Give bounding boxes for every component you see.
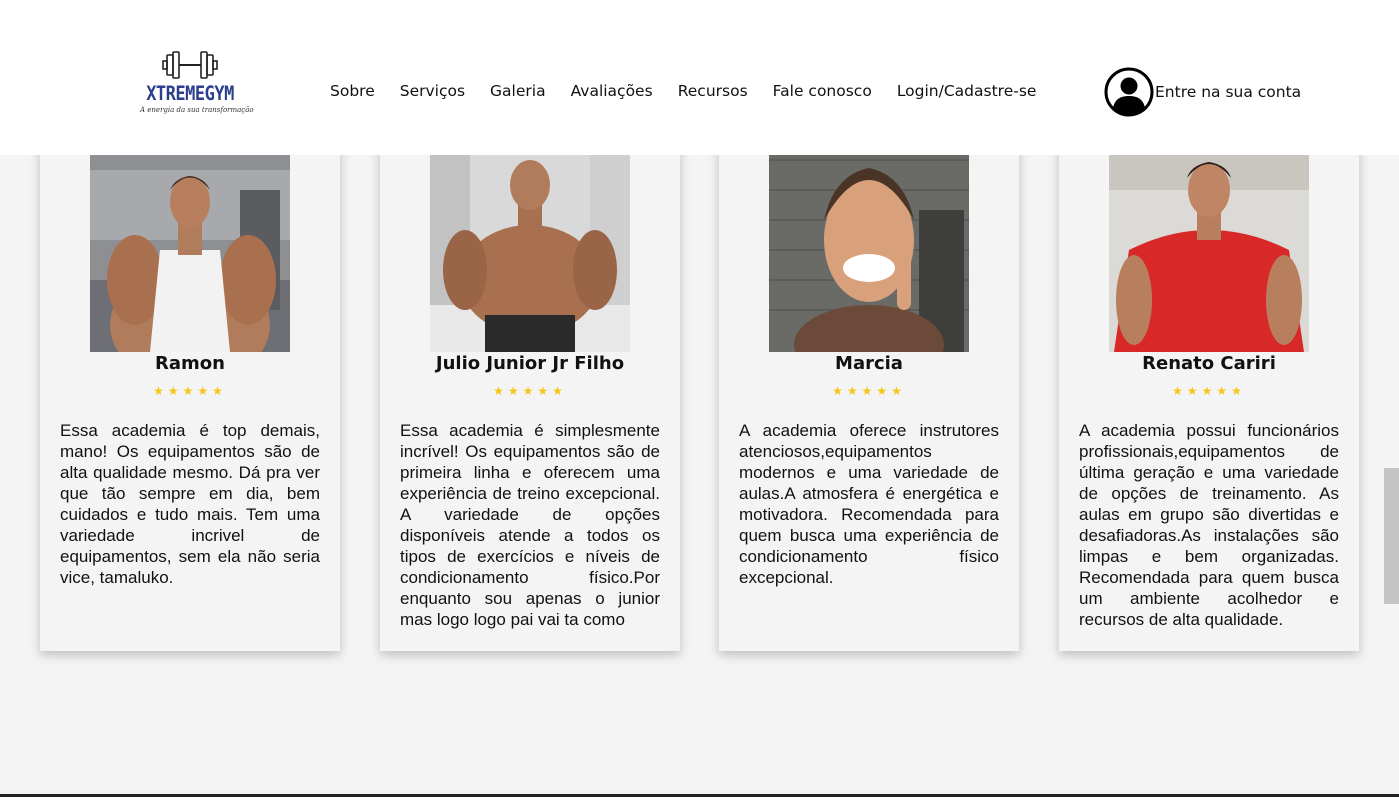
rating-stars: ★★★★★: [153, 384, 227, 398]
nav-item-galeria[interactable]: Galeria: [490, 82, 546, 100]
nav-item-login-cadastro[interactable]: Login/Cadastre-se: [897, 82, 1037, 100]
rating-stars: ★★★★★: [493, 384, 567, 398]
nav-item-avaliacoes[interactable]: Avaliações: [571, 82, 653, 100]
reviewer-name: Ramon: [155, 353, 225, 374]
brand-tagline: A energia da sua transformação: [140, 106, 254, 114]
site-header: XTREMEGYM A energia da sua transformação…: [0, 0, 1399, 155]
review-text: A academia oferece instrutores atencioso…: [739, 421, 999, 587]
review-card-ramon: Ramon ★★★★★ Essa academia é top demais, …: [40, 130, 340, 651]
review-text: Essa academia é top demais, mano! Os equ…: [60, 421, 320, 587]
nav-item-servicos[interactable]: Serviços: [400, 82, 465, 100]
main-nav: Sobre Serviços Galeria Avaliações Recurs…: [330, 82, 1036, 100]
account-link[interactable]: Entre na sua conta: [1104, 67, 1301, 117]
reviewer-photo: [769, 130, 969, 352]
nav-item-fale-conosco[interactable]: Fale conosco: [773, 82, 872, 100]
brand-logo[interactable]: XTREMEGYM A energia da sua transformação: [140, 50, 254, 124]
review-text: Essa academia é simplesmente incrível! O…: [400, 421, 660, 629]
review-card-renato: Renato Cariri ★★★★★ A academia possui fu…: [1059, 130, 1359, 651]
rating-stars: ★★★★★: [1172, 384, 1246, 398]
brand-name: XTREMEGYM: [146, 82, 234, 106]
reviewer-name: Renato Cariri: [1142, 353, 1276, 374]
nav-item-recursos[interactable]: Recursos: [678, 82, 748, 100]
review-card-marcia: Marcia ★★★★★ A academia oferece instruto…: [719, 130, 1019, 651]
reviewer-photo: [1109, 130, 1309, 352]
account-label: Entre na sua conta: [1155, 83, 1302, 101]
reviewer-photo: [430, 130, 630, 352]
user-circle-icon: [1104, 67, 1154, 117]
reviewer-name: Marcia: [835, 353, 903, 374]
review-text: A academia possui funcionários profissio…: [1079, 421, 1339, 629]
review-card-julio: Julio Junior Jr Filho ★★★★★ Essa academi…: [380, 130, 680, 651]
reviewer-name: Julio Junior Jr Filho: [435, 353, 625, 374]
rating-stars: ★★★★★: [832, 384, 906, 398]
nav-item-sobre[interactable]: Sobre: [330, 82, 375, 100]
reviewer-photo: [90, 130, 290, 352]
scrollbar-thumb[interactable]: [1384, 468, 1399, 604]
dumbbell-icon: [162, 51, 218, 79]
